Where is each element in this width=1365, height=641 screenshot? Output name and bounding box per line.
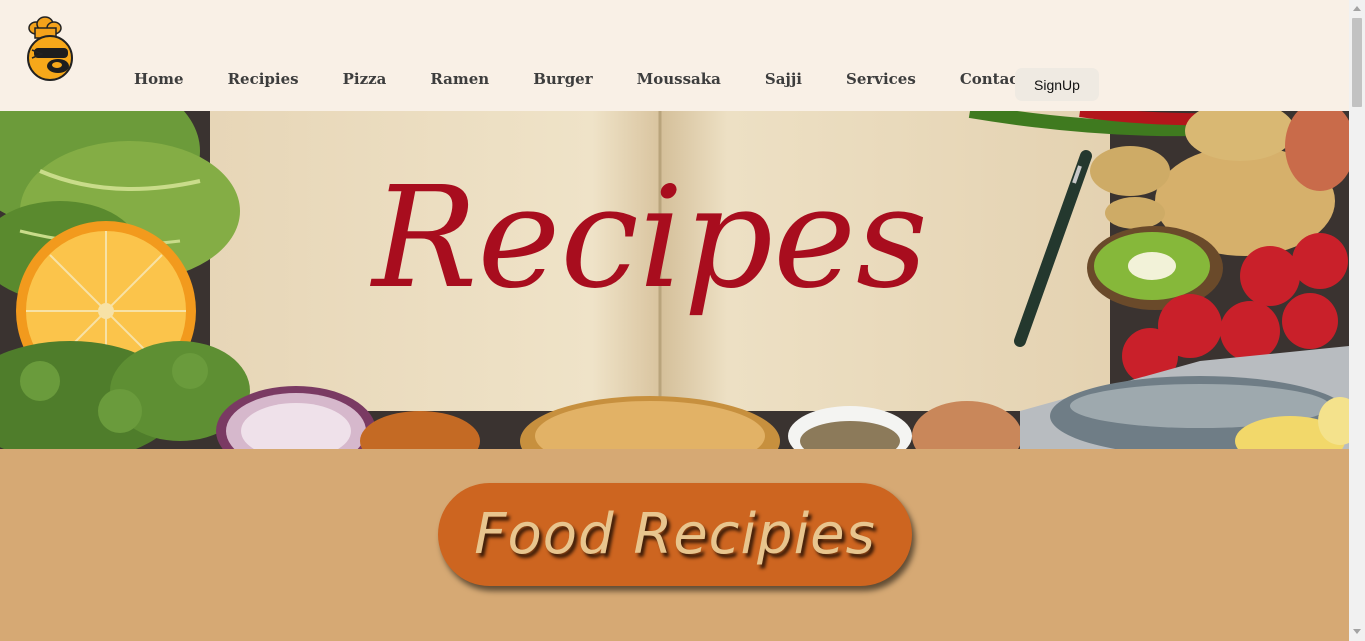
site-header: Home Recipies Pizza Ramen Burger Moussak… — [0, 0, 1349, 111]
nav-item-home[interactable]: Home — [134, 70, 184, 88]
signup-button[interactable]: SignUp — [1015, 68, 1099, 101]
hero-banner: Recipes — [0, 111, 1349, 449]
scroll-thumb[interactable] — [1352, 18, 1362, 107]
scroll-down-arrow-icon[interactable] — [1353, 629, 1361, 634]
hero-image: Recipes — [0, 111, 1349, 449]
scroll-up-arrow-icon[interactable] — [1353, 6, 1361, 11]
hero-title: Recipes — [369, 157, 928, 320]
nav-item-moussaka[interactable]: Moussaka — [637, 70, 721, 88]
nav-item-pizza[interactable]: Pizza — [343, 70, 387, 88]
section-heading: Food Recipies — [474, 502, 876, 567]
nav-item-recipies[interactable]: Recipies — [228, 70, 299, 88]
nav-item-sajji[interactable]: Sajji — [765, 70, 802, 88]
chef-logo-icon[interactable] — [24, 16, 78, 82]
vertical-scrollbar[interactable] — [1349, 0, 1365, 641]
nav-item-ramen[interactable]: Ramen — [430, 70, 489, 88]
food-recipes-section: Food Recipies — [0, 449, 1349, 641]
food-recipes-banner: Food Recipies — [438, 483, 912, 586]
main-nav: Home Recipies Pizza Ramen Burger Moussak… — [112, 70, 1096, 88]
nav-item-services[interactable]: Services — [846, 70, 916, 88]
nav-item-burger[interactable]: Burger — [533, 70, 592, 88]
